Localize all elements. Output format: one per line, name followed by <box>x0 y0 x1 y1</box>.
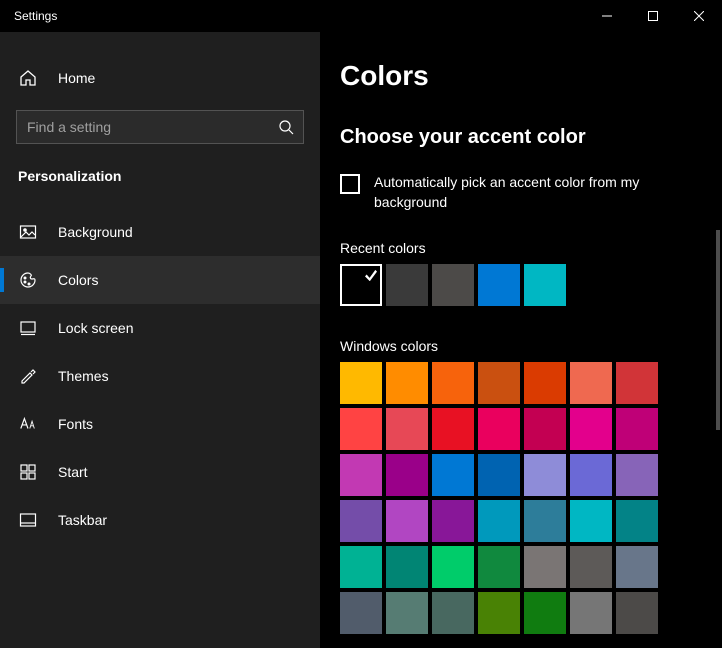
windows-color-swatch[interactable] <box>570 454 612 496</box>
home-label: Home <box>58 70 95 86</box>
windows-color-swatch[interactable] <box>340 546 382 588</box>
sidebar-item-colors[interactable]: Colors <box>0 256 320 304</box>
windows-color-swatch[interactable] <box>478 546 520 588</box>
sidebar-item-label: Lock screen <box>58 320 133 336</box>
auto-accent-checkbox[interactable] <box>340 174 360 194</box>
windows-color-swatch[interactable] <box>570 362 612 404</box>
windows-color-swatch[interactable] <box>386 592 428 634</box>
windows-color-swatch[interactable] <box>432 546 474 588</box>
sidebar-item-label: Fonts <box>58 416 93 432</box>
fonts-icon <box>18 414 38 434</box>
search-icon <box>269 119 303 135</box>
windows-color-swatch[interactable] <box>432 500 474 542</box>
sidebar: Home Personalization Background Colors Loc… <box>0 32 320 648</box>
sidebar-item-taskbar[interactable]: Taskbar <box>0 496 320 544</box>
taskbar-icon <box>18 510 38 530</box>
scrollbar-thumb[interactable] <box>716 230 720 430</box>
auto-accent-checkbox-row[interactable]: Automatically pick an accent color from … <box>340 173 660 212</box>
windows-color-swatch[interactable] <box>478 592 520 634</box>
windows-color-swatch[interactable] <box>432 454 474 496</box>
section-heading: Choose your accent color <box>340 126 702 149</box>
sidebar-item-label: Start <box>58 464 88 480</box>
windows-color-swatch[interactable] <box>616 592 658 634</box>
windows-color-swatch[interactable] <box>524 500 566 542</box>
lockscreen-icon <box>18 318 38 338</box>
sidebar-item-label: Colors <box>58 272 98 288</box>
search-input-wrap[interactable] <box>16 110 304 144</box>
maximize-button[interactable] <box>630 0 676 32</box>
windows-color-swatch[interactable] <box>616 362 658 404</box>
windows-colors-grid <box>340 362 676 634</box>
windows-color-swatch[interactable] <box>478 408 520 450</box>
windows-color-swatch[interactable] <box>570 408 612 450</box>
windows-color-swatch[interactable] <box>478 362 520 404</box>
windows-color-swatch[interactable] <box>616 454 658 496</box>
windows-color-swatch[interactable] <box>340 500 382 542</box>
home-icon <box>18 68 38 88</box>
home-nav[interactable]: Home <box>0 56 320 100</box>
main-content: Colors Choose your accent color Automati… <box>320 32 722 648</box>
search-input[interactable] <box>17 119 269 135</box>
recent-colors-row <box>340 264 702 306</box>
themes-icon <box>18 366 38 386</box>
windows-color-swatch[interactable] <box>432 408 474 450</box>
windows-color-swatch[interactable] <box>616 408 658 450</box>
start-icon <box>18 462 38 482</box>
windows-color-swatch[interactable] <box>524 454 566 496</box>
windows-color-swatch[interactable] <box>432 362 474 404</box>
windows-color-swatch[interactable] <box>524 362 566 404</box>
windows-color-swatch[interactable] <box>570 546 612 588</box>
close-button[interactable] <box>676 0 722 32</box>
sidebar-item-background[interactable]: Background <box>0 208 320 256</box>
windows-color-swatch[interactable] <box>616 500 658 542</box>
minimize-button[interactable] <box>584 0 630 32</box>
windows-color-swatch[interactable] <box>386 362 428 404</box>
windows-color-swatch[interactable] <box>386 500 428 542</box>
recent-colors-label: Recent colors <box>340 240 702 256</box>
windows-colors-label: Windows colors <box>340 338 702 354</box>
window-title: Settings <box>14 9 584 23</box>
sidebar-item-label: Background <box>58 224 133 240</box>
windows-color-swatch[interactable] <box>524 408 566 450</box>
recent-color-swatch[interactable] <box>340 264 382 306</box>
windows-color-swatch[interactable] <box>478 454 520 496</box>
windows-color-swatch[interactable] <box>386 546 428 588</box>
windows-color-swatch[interactable] <box>524 592 566 634</box>
sidebar-item-themes[interactable]: Themes <box>0 352 320 400</box>
recent-color-swatch[interactable] <box>432 264 474 306</box>
windows-color-swatch[interactable] <box>386 408 428 450</box>
windows-color-swatch[interactable] <box>340 592 382 634</box>
colors-icon <box>18 270 38 290</box>
sidebar-item-lockscreen[interactable]: Lock screen <box>0 304 320 352</box>
windows-color-swatch[interactable] <box>478 500 520 542</box>
windows-color-swatch[interactable] <box>616 546 658 588</box>
windows-color-swatch[interactable] <box>570 500 612 542</box>
windows-color-swatch[interactable] <box>340 408 382 450</box>
windows-color-swatch[interactable] <box>386 454 428 496</box>
sidebar-item-fonts[interactable]: Fonts <box>0 400 320 448</box>
recent-color-swatch[interactable] <box>478 264 520 306</box>
windows-color-swatch[interactable] <box>340 454 382 496</box>
windows-color-swatch[interactable] <box>570 592 612 634</box>
background-icon <box>18 222 38 242</box>
windows-color-swatch[interactable] <box>340 362 382 404</box>
recent-color-swatch[interactable] <box>386 264 428 306</box>
windows-color-swatch[interactable] <box>524 546 566 588</box>
sidebar-item-label: Taskbar <box>58 512 107 528</box>
windows-color-swatch[interactable] <box>432 592 474 634</box>
section-label: Personalization <box>0 162 320 202</box>
sidebar-item-start[interactable]: Start <box>0 448 320 496</box>
auto-accent-label: Automatically pick an accent color from … <box>374 173 660 212</box>
recent-color-swatch[interactable] <box>524 264 566 306</box>
page-title: Colors <box>340 60 702 92</box>
nav-list: Background Colors Lock screen Themes Fonts St… <box>0 208 320 544</box>
sidebar-item-label: Themes <box>58 368 109 384</box>
